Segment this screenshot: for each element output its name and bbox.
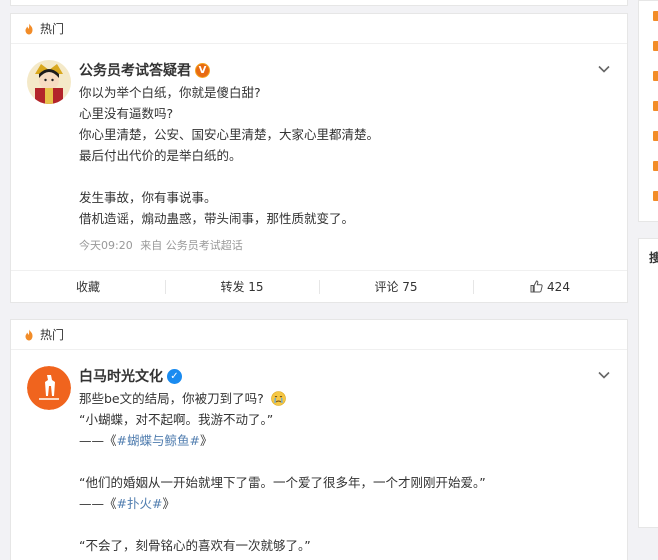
verified-badge-icon: ✓ xyxy=(167,368,182,384)
verified-badge-icon: V xyxy=(195,62,210,78)
quote-line: “他们的婚姻从一开始就埋下了雷。一个爱了很多年，一个才刚刚开始爱。” xyxy=(79,475,486,490)
topic-link[interactable]: #扑火# xyxy=(117,496,163,511)
avatar[interactable] xyxy=(27,60,71,104)
post-line: 最后付出代价的是举白纸的。 xyxy=(79,148,242,163)
post-body: 白马时光文化 ✓ 那些be文的结局，你被刀到了吗? “小蝴蝶，对不起啊。我游不动… xyxy=(11,350,627,556)
topic-link[interactable]: #蝴蝶与鲸鱼# xyxy=(117,433,200,448)
hot-header: 热门 xyxy=(11,14,627,44)
post-line-text: 那些be文的结局，你被刀到了吗? xyxy=(79,391,264,406)
favorite-label: 收藏 xyxy=(75,280,100,294)
previous-card-edge xyxy=(10,0,628,6)
thumbs-up-icon xyxy=(530,280,543,293)
crying-emoji-icon xyxy=(270,391,286,406)
post-line: 你心里清楚，公安、国安心里清楚，大家心里都清楚。 xyxy=(79,127,380,142)
post-body: 公务员考试答疑君 V 你以为举个白纸，你就是傻白甜? 心里没有逼数吗? 你心里清… xyxy=(11,44,627,255)
post-line: 那些be文的结局，你被刀到了吗? xyxy=(79,388,607,409)
like-button[interactable]: 424 xyxy=(473,271,627,302)
rank-marker xyxy=(653,71,658,81)
avatar-image xyxy=(27,366,71,410)
favorite-button[interactable]: 收藏 xyxy=(11,271,165,302)
post-line-blank xyxy=(79,514,607,535)
post-line-blank xyxy=(79,166,607,187)
quote-source-prefix: ——《 xyxy=(79,433,117,448)
right-sidebar: 搜 xyxy=(638,0,658,560)
post-card: 热门 白马时光文化 ✓ 那些be文的结局，你被刀到了吗? “小蝴蝶，对不起啊。我… xyxy=(10,319,628,560)
avatar[interactable] xyxy=(27,366,71,410)
post-line-blank xyxy=(79,451,607,472)
rank-marker xyxy=(653,131,658,141)
right-panel-top xyxy=(638,0,658,222)
rank-marker xyxy=(653,11,658,21)
rank-marker xyxy=(653,101,658,111)
like-count: 424 xyxy=(547,279,570,294)
post-line: 你以为举个白纸，你就是傻白甜? xyxy=(79,85,261,100)
quote-source-suffix: 》 xyxy=(162,496,175,511)
flame-icon xyxy=(25,23,33,34)
flame-icon xyxy=(25,329,33,340)
rank-marker xyxy=(653,161,658,171)
quote-source: ——《#扑火#》 xyxy=(79,493,607,514)
author-name[interactable]: 白马时光文化 xyxy=(79,366,163,386)
comment-label: 评论 75 xyxy=(374,280,418,294)
post-text: 你以为举个白纸，你就是傻白甜? 心里没有逼数吗? 你心里清楚，公安、国安心里清楚… xyxy=(79,82,607,229)
quote-line: “小蝴蝶，对不起啊。我游不动了。” xyxy=(79,412,274,427)
author-name[interactable]: 公务员考试答疑君 xyxy=(79,60,191,80)
repost-button[interactable]: 转发 15 xyxy=(165,271,319,302)
rank-marker xyxy=(653,41,658,51)
right-panel-tab[interactable]: 搜 xyxy=(649,249,658,266)
post-text: 那些be文的结局，你被刀到了吗? “小蝴蝶，对不起啊。我游不动了。” ——《#蝴… xyxy=(79,388,607,556)
repost-label: 转发 15 xyxy=(220,280,264,294)
post-meta: 今天09:20 来自 公务员考试超话 xyxy=(79,237,607,255)
post-line: 发生事故，你有事说事。 xyxy=(79,190,217,205)
quote-source: ——《#蝴蝶与鲸鱼#》 xyxy=(79,430,607,451)
post-line: 借机造谣，煽动蛊惑，带头闹事，那性质就变了。 xyxy=(79,211,355,226)
author-row: 公务员考试答疑君 V xyxy=(79,60,607,80)
rank-marker xyxy=(653,191,658,201)
comment-button[interactable]: 评论 75 xyxy=(319,271,473,302)
hot-label: 热门 xyxy=(40,22,65,36)
post-time[interactable]: 今天09:20 xyxy=(79,239,133,252)
hot-header: 热门 xyxy=(11,320,627,350)
quote-line: “不会了，刻骨铭心的喜欢有一次就够了。” xyxy=(79,538,311,553)
author-row: 白马时光文化 ✓ xyxy=(79,366,607,386)
post-line: 心里没有逼数吗? xyxy=(79,106,174,121)
post-source[interactable]: 来自 公务员考试超话 xyxy=(140,239,243,252)
action-bar: 收藏 转发 15 评论 75 424 xyxy=(11,270,627,302)
chevron-down-icon[interactable] xyxy=(597,368,611,382)
chevron-down-icon[interactable] xyxy=(597,62,611,76)
hot-label: 热门 xyxy=(40,328,65,342)
quote-source-suffix: 》 xyxy=(199,433,213,448)
avatar-image xyxy=(27,60,71,104)
right-panel-bottom: 搜 xyxy=(638,238,658,528)
quote-source-prefix: ——《 xyxy=(79,496,117,511)
post-card: 热门 公务员考试答疑君 V 你以为举个白纸，你就是傻白甜? 心里没有逼数吗? 你… xyxy=(10,13,628,303)
